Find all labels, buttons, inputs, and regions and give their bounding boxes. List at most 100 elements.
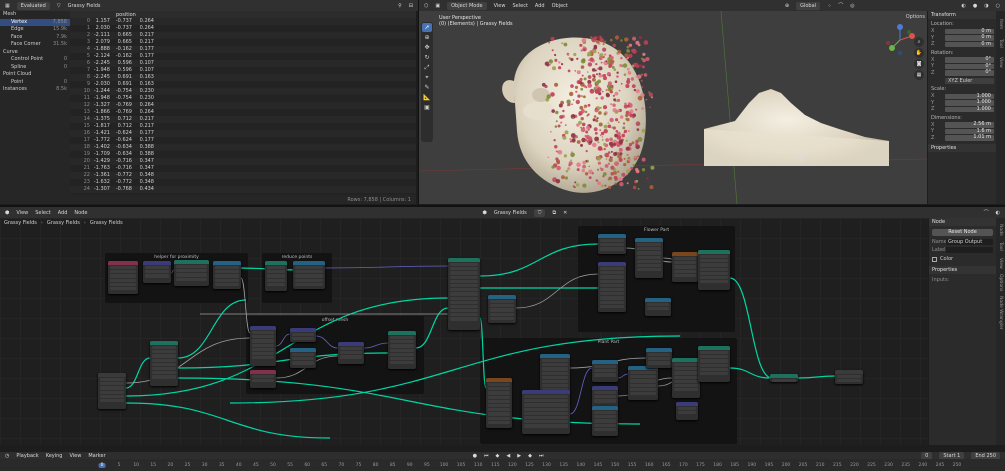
overlay-node-icon[interactable]: ◐ <box>996 210 1000 216</box>
graph-node[interactable] <box>646 348 672 368</box>
graph-node[interactable] <box>598 262 626 312</box>
graph-node[interactable] <box>448 258 480 330</box>
node-header[interactable] <box>143 261 171 265</box>
node-header[interactable] <box>635 238 663 242</box>
pan-icon[interactable]: ✋ <box>914 48 924 58</box>
tab-node-wrangler[interactable]: Node Wrangler <box>998 296 1003 330</box>
overlay-icon[interactable]: ◐ <box>962 3 966 9</box>
node-header[interactable] <box>672 358 700 362</box>
object-mode-dropdown[interactable]: Object Mode <box>447 1 487 10</box>
graph-node[interactable] <box>770 374 798 382</box>
node-header[interactable] <box>698 346 730 350</box>
graph-node[interactable] <box>592 360 618 382</box>
zoom-icon[interactable]: ⌕ <box>914 37 924 47</box>
node-header[interactable] <box>598 262 626 266</box>
domain-item-mesh[interactable]: Mesh <box>0 11 70 19</box>
graph-node[interactable] <box>628 366 658 400</box>
node-header[interactable] <box>592 406 618 410</box>
shading-solid-icon[interactable]: ● <box>973 3 977 9</box>
viewport-menu-view[interactable]: View <box>494 3 506 9</box>
graph-node[interactable] <box>290 328 316 342</box>
add-cube-icon[interactable]: ▣ <box>422 103 432 112</box>
location-z-field[interactable]: Z 0 m <box>931 41 994 48</box>
measure-icon[interactable]: 📐 <box>422 93 432 102</box>
node-header[interactable] <box>486 378 512 382</box>
domain-item-curve[interactable]: Curve <box>0 49 70 57</box>
node-tree-name[interactable]: Grassy Fields <box>494 210 527 216</box>
node-menu-view[interactable]: View <box>16 210 28 216</box>
graph-node[interactable] <box>698 250 730 290</box>
navigation-gizmo-icon[interactable] <box>883 23 917 57</box>
tab-tool[interactable]: Tool <box>998 39 1003 48</box>
graph-node[interactable] <box>488 295 516 323</box>
graph-node[interactable] <box>672 358 700 398</box>
node-header[interactable] <box>676 402 698 406</box>
properties-node-section[interactable]: Properties <box>929 266 996 274</box>
tab-options[interactable]: Options <box>998 274 1003 291</box>
rotation-mode-dropdown[interactable]: XYZ Euler <box>945 78 994 84</box>
3d-cursor-tool-icon[interactable]: ⊕ <box>422 33 432 42</box>
graph-node[interactable] <box>293 261 325 289</box>
domain-item-control-point[interactable]: Control Point 0 <box>0 56 70 64</box>
node-header[interactable] <box>338 342 364 346</box>
camera-icon[interactable]: ◙ <box>914 59 924 69</box>
node-header[interactable] <box>645 298 671 302</box>
node-header[interactable] <box>174 260 209 264</box>
node-menu-add[interactable]: Add <box>58 210 68 216</box>
annotate-icon[interactable]: ✎ <box>422 83 432 92</box>
scale-icon[interactable]: ⤢ <box>422 63 432 72</box>
graph-node[interactable] <box>150 341 178 386</box>
node-name-field[interactable]: Group Output <box>946 239 993 245</box>
reset-node-button[interactable]: Reset Node <box>932 229 993 236</box>
graph-node[interactable] <box>388 331 416 369</box>
node-header[interactable] <box>150 341 178 345</box>
node-header[interactable] <box>592 386 618 390</box>
close-tree-icon[interactable]: ✕ <box>563 210 567 216</box>
node-header[interactable] <box>250 326 276 330</box>
timeline-scrubber[interactable]: 0 5 10 15 20 25 30 35 40 45 50 55 60 65 70 75 80 85 90 95 10… <box>0 459 1005 471</box>
node-header[interactable] <box>108 261 138 265</box>
transform-section-header[interactable]: Transform <box>928 11 996 19</box>
node-header[interactable] <box>672 252 698 256</box>
tab-item[interactable]: Item <box>998 19 1003 29</box>
node-header[interactable] <box>646 348 672 352</box>
tab-view[interactable]: View <box>998 57 1003 68</box>
graph-node[interactable] <box>213 261 241 289</box>
snap-icon[interactable]: ⌒ <box>838 2 843 9</box>
graph-node[interactable] <box>592 406 618 436</box>
grid-icon[interactable]: ▦ <box>914 70 924 80</box>
node-header[interactable] <box>598 234 626 238</box>
node-header[interactable] <box>290 328 316 332</box>
graph-node[interactable] <box>522 390 570 434</box>
tab-node[interactable]: Node <box>998 224 1003 236</box>
color-checkbox[interactable] <box>932 256 937 262</box>
graph-node[interactable] <box>645 298 671 316</box>
domain-item-edge[interactable]: Edge 15.9k <box>0 26 70 34</box>
node-header[interactable] <box>540 354 570 358</box>
graph-node[interactable] <box>250 370 276 388</box>
node-header[interactable] <box>488 295 516 299</box>
node-header[interactable] <box>213 261 241 265</box>
breadcrumb-item-3[interactable]: Grassy Fields <box>90 220 123 226</box>
snap-node-icon[interactable]: ⌒ <box>984 209 989 216</box>
node-header[interactable] <box>293 261 325 265</box>
scale-z-field[interactable]: Z 1.000 <box>931 106 994 113</box>
node-header[interactable] <box>265 261 287 265</box>
node-header[interactable] <box>250 370 276 374</box>
node-header[interactable] <box>290 348 316 352</box>
viewport-menu-select[interactable]: Select <box>512 3 527 9</box>
domain-item-instances[interactable]: Instances 8.5k <box>0 86 70 94</box>
graph-node[interactable] <box>698 346 730 382</box>
node-header[interactable] <box>448 258 480 262</box>
orientation-dropdown[interactable]: Global <box>796 1 821 10</box>
graph-node[interactable] <box>174 260 209 286</box>
pivot-icon[interactable]: ⁘ <box>827 3 831 9</box>
node-header[interactable] <box>698 250 730 254</box>
graph-node[interactable] <box>143 261 171 283</box>
graph-node[interactable] <box>676 402 698 420</box>
shading-rendered-icon[interactable]: ○ <box>996 3 1000 9</box>
domain-item-point[interactable]: Point 0 <box>0 79 70 87</box>
transform-icon[interactable]: ⌖ <box>422 73 432 82</box>
node-section-header[interactable]: Node <box>929 218 996 226</box>
duplicate-icon[interactable]: ⧉ <box>552 210 556 216</box>
